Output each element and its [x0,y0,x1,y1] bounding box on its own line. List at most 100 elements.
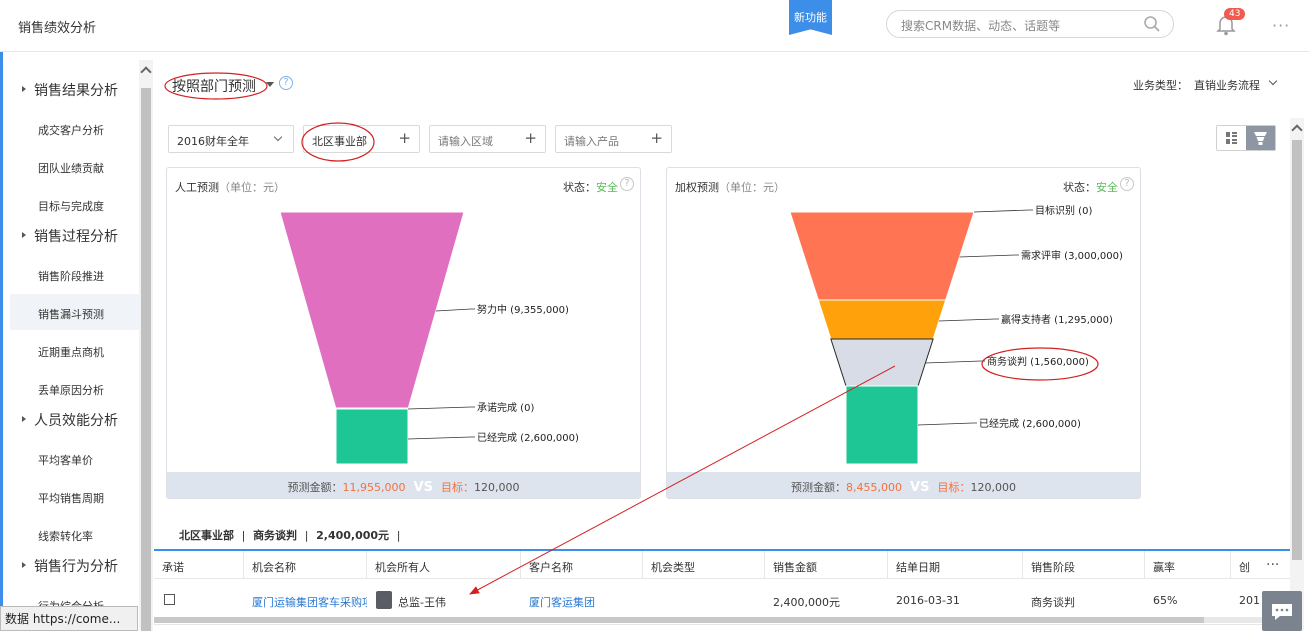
department-value: 北区事业部 [312,135,367,148]
leader-line [973,209,1033,213]
funnel-segment-4[interactable] [845,385,919,465]
sidebar-item-team-contribution[interactable]: 团队业绩贡献 [10,148,139,184]
period-select[interactable]: 2016财年全年 [168,125,294,153]
leader-line [435,308,475,312]
funnel-segment-0[interactable] [279,211,465,409]
col-created[interactable]: 创 [1231,551,1261,579]
stage-label: 商务谈判 (1,560,000) [987,355,1089,368]
product-filter[interactable]: 请输入产品 + [555,125,672,153]
panel-title: 人工预测（单位：元） [175,181,285,194]
chevron-down-icon [273,132,283,142]
help-icon[interactable]: ? [1120,177,1134,191]
stage-label: 已经完成 (2,600,000) [477,431,579,444]
sidebar: 销售结果分析 成交客户分析 团队业绩贡献 目标与完成度 销售过程分析 销售阶段推… [10,60,139,631]
weighted-forecast-panel: 加权预测（单位：元） 状态：安全 ? 目标识别 (0) 需求评审 (3,000,0… [666,167,1141,499]
sidebar-item-loss-reasons[interactable]: 丢单原因分析 [10,370,139,406]
scroll-up-icon[interactable] [140,66,152,78]
sidebar-item-stage-progress[interactable]: 销售阶段推进 [10,256,139,292]
stage-label: 赢得支持者 (1,295,000) [1001,313,1113,326]
stage-label: 目标识别 (0) [1035,205,1092,217]
top-header: 销售绩效分析 新功能 搜索CRM数据、动态、话题等 43 ··· [0,0,1309,52]
sidebar-group-behavior[interactable]: 销售行为分析 [10,548,139,584]
forecast-amount: 8,455,000 [846,481,903,494]
leader-line [407,436,475,440]
status-text: 状态：安全 [1063,181,1118,194]
chevron-down-icon[interactable] [266,82,274,87]
target-amount: 120,000 [970,481,1016,494]
col-amount[interactable]: 销售金额 [765,551,888,579]
sidebar-item-funnel-forecast[interactable]: 销售漏斗预测 [10,294,139,330]
col-win-rate[interactable]: 赢率 [1145,551,1231,579]
funnel-segment-1[interactable] [789,211,975,301]
grid-view-icon [1226,132,1237,144]
browser-status-bar: 数据 https://come... [0,606,138,631]
help-icon[interactable]: ? [620,177,634,191]
col-opportunity-name[interactable]: 机会名称 [244,551,367,579]
table-header: 承诺 机会名称 机会所有人 客户名称 机会类型 销售金额 结单日期 销售阶段 赢… [154,549,1290,579]
add-icon[interactable]: + [398,129,411,147]
sidebar-item-deal-customers[interactable]: 成交客户分析 [10,110,139,146]
main-content: 按照部门预测 ? 业务类型： 直销业务流程 2016财年全年 北区事业部 + 请输… [154,60,1290,631]
global-search-input[interactable]: 搜索CRM数据、动态、话题等 [886,10,1174,38]
funnel-segment-2[interactable] [335,408,409,465]
scrollbar-thumb[interactable] [1292,140,1302,560]
stage-label: 已经完成 (2,600,000) [979,417,1081,430]
sidebar-item-lead-conversion[interactable]: 线索转化率 [10,516,139,552]
col-commit[interactable]: 承诺 [154,551,244,579]
scroll-up-icon[interactable] [1291,124,1303,136]
chat-icon [1272,604,1292,620]
sidebar-group-sales-result[interactable]: 销售结果分析 [10,72,139,108]
search-placeholder: 搜索CRM数据、动态、话题等 [901,19,1061,33]
scrollbar-thumb[interactable] [141,88,151,631]
sidebar-group-efficiency[interactable]: 人员效能分析 [10,402,139,438]
add-icon[interactable]: + [524,129,537,147]
funnel-segment-2[interactable] [817,299,947,340]
notification-count-badge: 43 [1224,8,1246,20]
sidebar-item-avg-sales-cycle[interactable]: 平均销售周期 [10,478,139,514]
funnel-view-icon [1254,132,1267,145]
sidebar-item-target-completion[interactable]: 目标与完成度 [10,186,139,222]
chevron-down-icon[interactable] [1268,76,1278,86]
leader-line [925,360,985,364]
main-scrollbar[interactable] [1290,118,1304,631]
col-close-date[interactable]: 结单日期 [888,551,1023,579]
business-type-dropdown[interactable]: 直销业务流程 [1194,77,1260,93]
scrollbar-thumb[interactable] [154,617,1204,623]
search-icon[interactable] [1143,15,1161,33]
col-owner[interactable]: 机会所有人 [367,551,521,579]
expand-arrow-icon [22,232,26,238]
funnel-view-button[interactable] [1246,126,1275,150]
department-filter[interactable]: 北区事业部 + [303,125,420,153]
manual-forecast-panel: 人工预测（单位：元） 状态：安全 ? 努力中 (9,355,000) 承诺完成 (… [166,167,641,499]
col-stage[interactable]: 销售阶段 [1023,551,1145,579]
add-icon[interactable]: + [650,129,663,147]
more-menu-icon[interactable]: ··· [1272,16,1290,35]
leader-line [938,318,999,322]
view-toggle [1216,125,1276,151]
app-title: 销售绩效分析 [18,21,97,36]
selection-breadcrumb: 北区事业部 | 商务谈判 | 2,400,000元 | [179,529,401,542]
col-customer[interactable]: 客户名称 [521,551,643,579]
new-feature-badge[interactable]: 新功能 [789,0,832,35]
sidebar-item-key-opportunities[interactable]: 近期重点商机 [10,332,139,368]
funnel-segment-3[interactable] [830,338,934,387]
sidebar-item-avg-deal-price[interactable]: 平均客单价 [10,440,139,476]
help-icon[interactable]: ? [279,76,293,90]
col-type[interactable]: 机会类型 [643,551,765,579]
commit-checkbox[interactable] [164,594,175,605]
more-columns-icon[interactable]: ··· [1266,557,1279,573]
region-filter[interactable]: 请输入区域 + [429,125,546,153]
grid-view-button[interactable] [1217,126,1246,150]
leader-line [407,406,475,410]
panel-footer: 预测金额：11,955,000 VS 目标：120,000 [167,472,640,498]
manual-funnel-chart: 努力中 (9,355,000) 承诺完成 (0) 已经完成 (2,600,000) [279,211,579,465]
forecast-mode-dropdown[interactable]: 按照部门预测 [172,76,256,96]
sidebar-group-sales-process[interactable]: 销售过程分析 [10,218,139,254]
stage-label: 努力中 (9,355,000) [477,303,569,316]
sidebar-scrollbar[interactable] [139,60,153,631]
forecast-amount: 11,955,000 [342,481,406,494]
expand-arrow-icon [22,86,26,92]
chat-button[interactable] [1262,591,1302,631]
window-edge [0,0,3,631]
table-horizontal-scrollbar[interactable] [154,617,1290,623]
